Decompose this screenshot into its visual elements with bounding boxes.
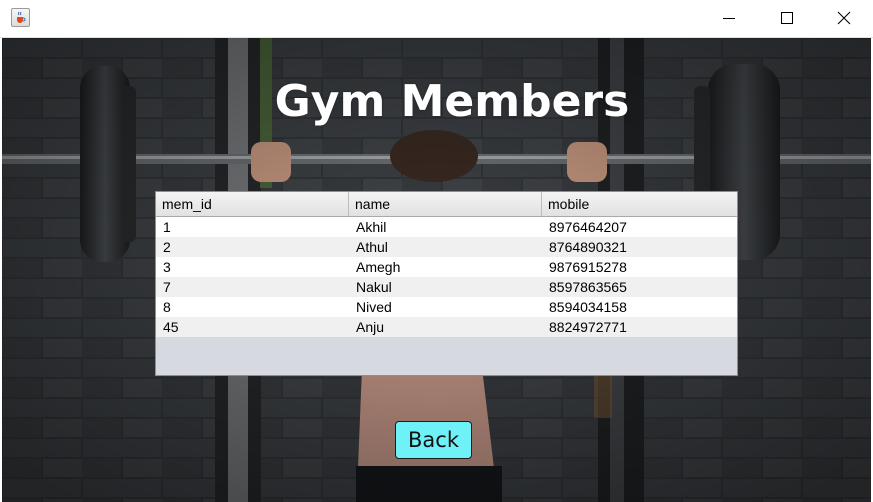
- minimize-icon: [723, 18, 735, 19]
- cell-mobile[interactable]: 9876915278: [542, 257, 735, 277]
- close-icon: [837, 11, 851, 25]
- column-header-mem-id[interactable]: mem_id: [156, 192, 349, 216]
- back-button[interactable]: Back: [395, 421, 472, 459]
- cell-mobile[interactable]: 8597863565: [542, 277, 735, 297]
- app-window: Gym Members mem_id name mobile 1 Akhil 8…: [0, 0, 873, 502]
- cell-mem-id[interactable]: 2: [156, 237, 349, 257]
- cell-mem-id[interactable]: 8: [156, 297, 349, 317]
- java-cup-icon[interactable]: [11, 8, 30, 27]
- table-body: 1 Akhil 8976464207 2 Athul 8764890321 3 …: [156, 217, 737, 337]
- table-row[interactable]: 8 Nived 8594034158: [156, 297, 737, 317]
- cell-mem-id[interactable]: 3: [156, 257, 349, 277]
- page-title: Gym Members: [274, 76, 630, 127]
- minimize-button[interactable]: [700, 0, 758, 36]
- cell-mobile[interactable]: 8824972771: [542, 317, 735, 337]
- table-row[interactable]: 2 Athul 8764890321: [156, 237, 737, 257]
- maximize-button[interactable]: [758, 0, 816, 36]
- cell-name[interactable]: Anju: [349, 317, 542, 337]
- column-header-name[interactable]: name: [349, 192, 542, 216]
- cell-name[interactable]: Nakul: [349, 277, 542, 297]
- close-button[interactable]: [815, 0, 873, 36]
- content-panel: Gym Members mem_id name mobile 1 Akhil 8…: [2, 38, 871, 502]
- table-row[interactable]: 1 Akhil 8976464207: [156, 217, 737, 237]
- table-row[interactable]: 7 Nakul 8597863565: [156, 277, 737, 297]
- table-row[interactable]: 45 Anju 8824972771: [156, 317, 737, 337]
- table-row[interactable]: 3 Amegh 9876915278: [156, 257, 737, 277]
- column-header-mobile[interactable]: mobile: [542, 192, 735, 216]
- cell-mem-id[interactable]: 7: [156, 277, 349, 297]
- cell-name[interactable]: Athul: [349, 237, 542, 257]
- title-bar[interactable]: [0, 0, 873, 38]
- table-header: mem_id name mobile: [156, 192, 737, 217]
- maximize-icon: [781, 12, 793, 24]
- members-table[interactable]: mem_id name mobile 1 Akhil 8976464207 2 …: [155, 191, 738, 376]
- cell-mem-id[interactable]: 45: [156, 317, 349, 337]
- cell-mobile[interactable]: 8976464207: [542, 217, 735, 237]
- cell-mem-id[interactable]: 1: [156, 217, 349, 237]
- cell-name[interactable]: Nived: [349, 297, 542, 317]
- cell-mobile[interactable]: 8594034158: [542, 297, 735, 317]
- cell-mobile[interactable]: 8764890321: [542, 237, 735, 257]
- cell-name[interactable]: Amegh: [349, 257, 542, 277]
- cell-name[interactable]: Akhil: [349, 217, 542, 237]
